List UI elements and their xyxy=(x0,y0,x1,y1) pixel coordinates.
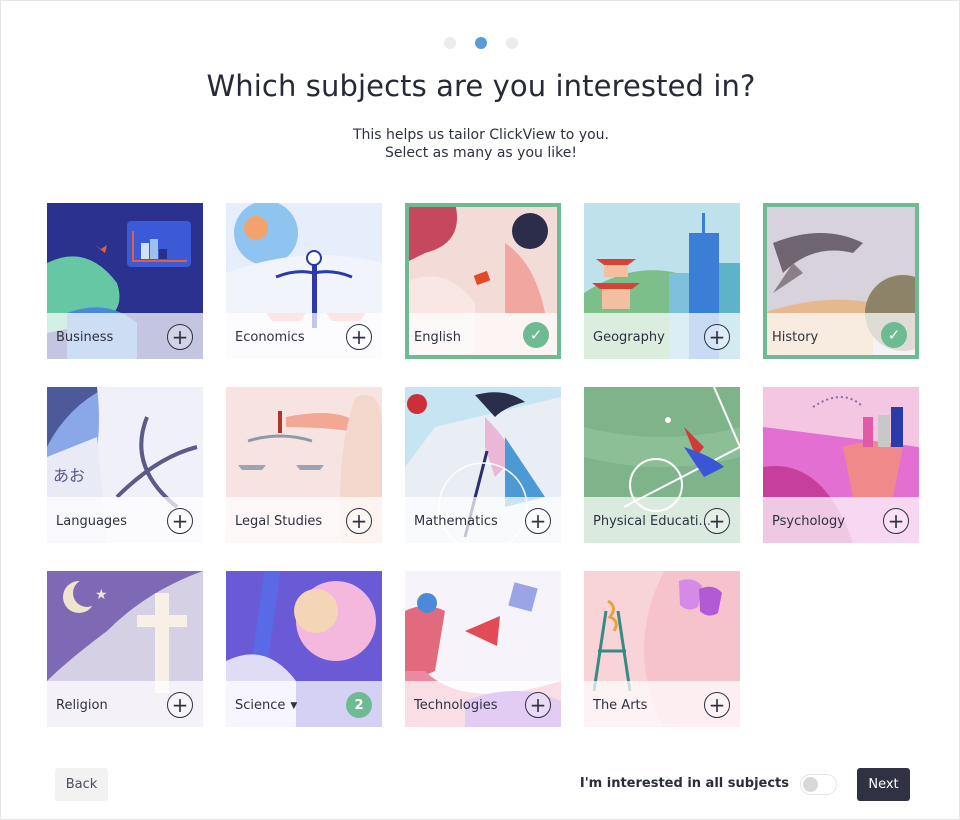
caret-down-icon[interactable]: ▼ xyxy=(290,701,297,711)
toggle-knob xyxy=(803,777,818,792)
plus-icon[interactable]: + xyxy=(346,508,372,534)
subject-card-legal-studies[interactable]: Legal Studies + xyxy=(226,387,382,543)
subject-card-economics[interactable]: Economics + xyxy=(226,203,382,359)
step-dot-3 xyxy=(506,37,518,49)
subject-label: English xyxy=(414,330,461,345)
subject-card-mathematics[interactable]: Mathematics + xyxy=(405,387,561,543)
subject-label: The Arts xyxy=(593,698,648,713)
plus-icon[interactable]: + xyxy=(167,324,193,350)
plus-icon[interactable]: + xyxy=(525,692,551,718)
subject-card-technologies[interactable]: Technologies + xyxy=(405,571,561,727)
all-subjects-toggle[interactable] xyxy=(800,774,837,795)
plus-icon[interactable]: + xyxy=(704,508,730,534)
back-button[interactable]: Back xyxy=(55,768,108,801)
subject-card-english[interactable]: English ✓ xyxy=(405,203,561,359)
subject-label: History xyxy=(772,330,819,345)
subject-card-physical-education[interactable]: Physical Educati... + xyxy=(584,387,740,543)
subject-label: Religion xyxy=(56,698,108,713)
subject-label: Mathematics xyxy=(414,514,498,529)
subject-card-religion[interactable]: ★ Religion + xyxy=(47,571,203,727)
subject-card-science[interactable]: Science ▼ 2 xyxy=(226,571,382,727)
subject-card-the-arts[interactable]: The Arts + xyxy=(584,571,740,727)
check-icon[interactable]: ✓ xyxy=(523,322,549,348)
subject-label: Languages xyxy=(56,514,127,529)
subject-label: Psychology xyxy=(772,514,845,529)
subject-label[interactable]: Science ▼ xyxy=(235,698,297,713)
subject-label-text: Science xyxy=(235,698,286,713)
subject-label: Business xyxy=(56,330,114,345)
subject-card-history[interactable]: History ✓ xyxy=(763,203,919,359)
subject-label: Physical Educati... xyxy=(593,514,711,529)
page-title: Which subjects are you interested in? xyxy=(206,69,756,103)
subject-label: Geography xyxy=(593,330,665,345)
subtitle-line-1: This helps us tailor ClickView to you. xyxy=(352,127,609,143)
subject-label: Economics xyxy=(235,330,305,345)
plus-icon[interactable]: + xyxy=(346,324,372,350)
subject-label: Legal Studies xyxy=(235,514,323,529)
subject-card-business[interactable]: Business + xyxy=(47,203,203,359)
plus-icon[interactable]: + xyxy=(167,508,193,534)
plus-icon[interactable]: + xyxy=(525,508,551,534)
step-indicator xyxy=(1,37,960,49)
subject-card-geography[interactable]: Geography + xyxy=(584,203,740,359)
next-button[interactable]: Next xyxy=(857,768,910,801)
check-icon[interactable]: ✓ xyxy=(881,322,907,348)
svg-text:★: ★ xyxy=(95,587,108,603)
svg-text:あお: あお xyxy=(53,466,85,485)
selected-count-badge[interactable]: 2 xyxy=(346,692,372,718)
step-dot-1 xyxy=(444,37,456,49)
onboarding-window: Which subjects are you interested in? Th… xyxy=(0,0,960,820)
page-subtitle: This helps us tailor ClickView to you. S… xyxy=(1,126,960,162)
subject-label: Technologies xyxy=(414,698,498,713)
subtitle-line-2: Select as many as you like! xyxy=(385,145,577,161)
plus-icon[interactable]: + xyxy=(167,692,193,718)
plus-icon[interactable]: + xyxy=(883,508,909,534)
plus-icon[interactable]: + xyxy=(704,324,730,350)
subject-card-languages[interactable]: あお Languages + xyxy=(47,387,203,543)
all-subjects-label: I'm interested in all subjects xyxy=(579,776,789,791)
step-dot-2-active xyxy=(475,37,487,49)
plus-icon[interactable]: + xyxy=(704,692,730,718)
subject-card-psychology[interactable]: Psychology + xyxy=(763,387,919,543)
